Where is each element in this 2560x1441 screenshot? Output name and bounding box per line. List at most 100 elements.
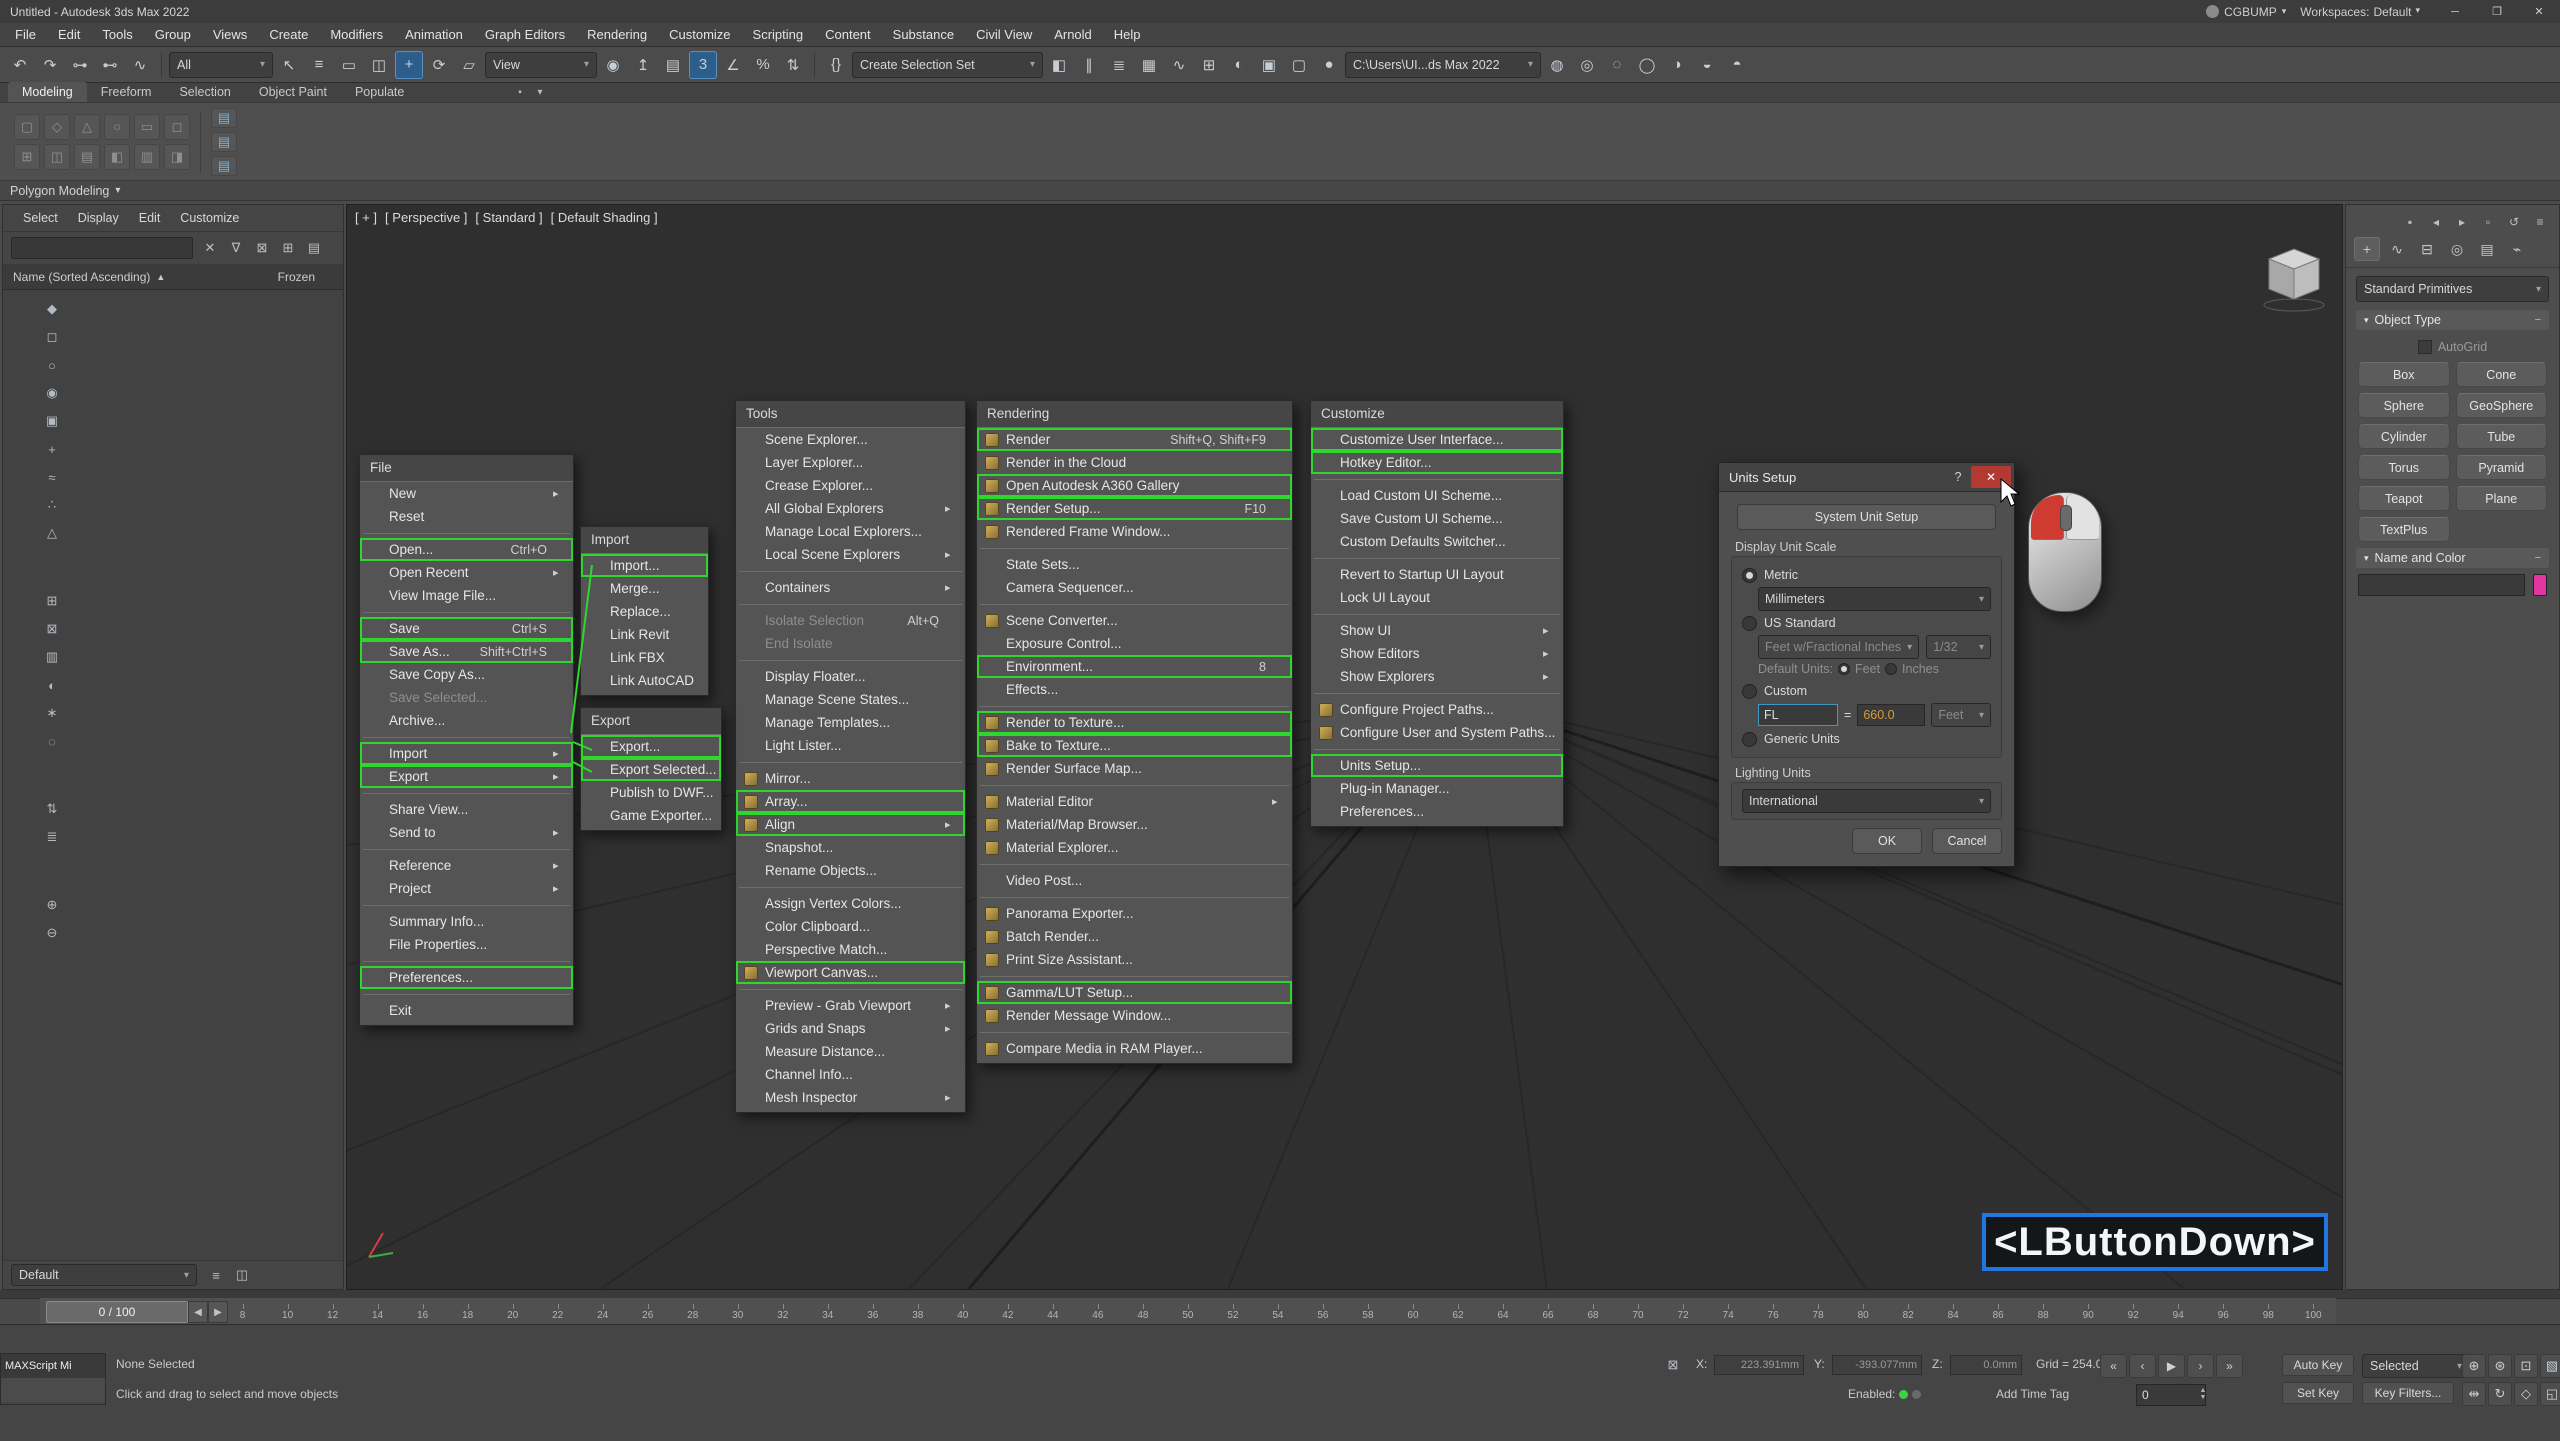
panel-back-icon[interactable]: ◂ (2427, 213, 2445, 231)
ribbon-tool-icon[interactable]: ◨ (164, 144, 190, 170)
menu-item[interactable] (1314, 609, 1560, 615)
pan-view-icon[interactable]: ⇹ (2462, 1382, 2486, 1406)
menu-item[interactable] (980, 971, 1289, 977)
y-coordinate-field[interactable]: -393.077mm (1832, 1355, 1922, 1375)
render-iterative-icon[interactable]: ◍ (1543, 51, 1571, 79)
panel-forward-icon[interactable]: ▸ (2453, 213, 2471, 231)
menu-item[interactable]: Summary Info... (360, 910, 573, 933)
create-tab-icon[interactable]: + (2354, 237, 2380, 261)
menubar-help[interactable]: Help (1103, 23, 1152, 47)
bind-to-space-warp-icon[interactable]: ∿ (126, 51, 154, 79)
material-editor-icon[interactable]: ◐ (1225, 51, 1253, 79)
filter-spacewarps-icon[interactable]: ≈ (41, 466, 63, 488)
dialog-titlebar[interactable]: Units Setup ? ✕ (1719, 463, 2014, 492)
ribbon-tool-icon[interactable]: ▤ (74, 144, 100, 170)
panel-pin-icon[interactable]: ▪ (2401, 213, 2419, 231)
viewport-menu-general[interactable]: [ + ] (355, 210, 377, 225)
menu-item[interactable]: Lock UI Layout (1311, 586, 1563, 609)
time-slider[interactable]: 0 / 100 (46, 1301, 188, 1323)
extra-tool-icon[interactable]: ◓ (1723, 51, 1751, 79)
menu-item[interactable]: Print Size Assistant... (977, 948, 1292, 971)
menu-item[interactable]: Show UI (1311, 619, 1563, 642)
menu-item[interactable] (980, 780, 1289, 786)
menu-item[interactable]: Render Shift+Q, Shift+F9 (977, 428, 1292, 451)
menu-item[interactable]: Load Custom UI Scheme... (1311, 484, 1563, 507)
redo-icon[interactable]: ↷ (36, 51, 64, 79)
close-button[interactable]: ✕ (2518, 1, 2560, 23)
column-chooser-icon[interactable]: ⊞ (277, 237, 299, 259)
menu-item[interactable]: Configure User and System Paths... (1311, 721, 1563, 744)
menu-item[interactable]: Color Clipboard... (736, 915, 965, 938)
menu-item[interactable]: Preview - Grab Viewport (736, 994, 965, 1017)
select-and-manipulate-icon[interactable]: ↥ (629, 51, 657, 79)
ribbon-tab-modeling[interactable]: Modeling (8, 82, 87, 102)
menu-item[interactable]: Project (360, 877, 573, 900)
render-setup-icon[interactable]: ▣ (1255, 51, 1283, 79)
undo-icon[interactable]: ↶ (6, 51, 34, 79)
menu-item[interactable] (980, 892, 1289, 898)
pyramid-button[interactable]: Pyramid (2456, 455, 2548, 480)
filter-lights-icon[interactable]: ◉ (41, 382, 63, 404)
hierarchy-mode-icon[interactable]: ≣ (41, 826, 63, 848)
menu-item[interactable]: Link Revit (581, 623, 708, 646)
viewport-menu-renderer[interactable]: [ Standard ] (475, 210, 542, 225)
menu-item[interactable]: Bake to Texture... (977, 734, 1292, 757)
menu-item[interactable]: Batch Render... (977, 925, 1292, 948)
auto-key-button[interactable]: Auto Key (2282, 1354, 2354, 1376)
keyboard-shortcut-override-icon[interactable]: ▤ (659, 51, 687, 79)
menu-item[interactable]: Exposure Control... (977, 632, 1292, 655)
sort-mode-icon[interactable]: ⇅ (41, 798, 63, 820)
menu-item[interactable]: State Sets... (977, 553, 1292, 576)
ribbon-tool-icon[interactable]: ◻ (164, 114, 190, 140)
textplus-button[interactable]: TextPlus (2358, 517, 2450, 542)
select-and-move-icon[interactable]: + (395, 51, 423, 79)
filter-helpers-icon[interactable]: + (41, 438, 63, 460)
menubar-edit[interactable]: Edit (47, 23, 91, 47)
menu-item[interactable] (739, 882, 962, 888)
minimize-button[interactable]: ─ (2434, 1, 2476, 23)
selection-filter-dropdown[interactable]: All▾ (169, 52, 273, 78)
filter-materials-icon[interactable]: ◐ (41, 674, 63, 696)
arnold-light-icon[interactable]: ◑ (1663, 51, 1691, 79)
ribbon-tool-icon[interactable]: ▢ (14, 114, 40, 140)
cone-button[interactable]: Cone (2456, 362, 2548, 387)
x-coordinate-field[interactable]: 223.391mm (1714, 1355, 1804, 1375)
metric-units-dropdown[interactable]: Millimeters▾ (1758, 587, 1991, 611)
menu-item[interactable]: Units Setup... (1311, 754, 1563, 777)
ribbon-minimize-icon[interactable]: ▪ (510, 83, 530, 103)
collapse-all-icon[interactable]: ⊖ (41, 922, 63, 944)
align-icon[interactable]: ∥ (1075, 51, 1103, 79)
menu-item[interactable]: Link FBX (581, 646, 708, 669)
generic-units-radio[interactable] (1742, 732, 1757, 747)
ribbon-tool-icon[interactable]: ⊞ (14, 144, 40, 170)
explorer-menu-customize[interactable]: Customize (180, 211, 239, 225)
menubar-substance[interactable]: Substance (882, 23, 965, 47)
menu-item[interactable]: Perspective Match... (736, 938, 965, 961)
render-in-cloud-icon[interactable]: ◌ (1603, 51, 1631, 79)
menubar-modifiers[interactable]: Modifiers (319, 23, 394, 47)
menubar-group[interactable]: Group (144, 23, 202, 47)
ribbon-tool-icon[interactable]: △ (74, 114, 100, 140)
explorer-pin-icon[interactable]: ◫ (231, 1264, 253, 1286)
arnold-render-icon[interactable]: ◒ (1693, 51, 1721, 79)
named-selection-sets-dropdown[interactable]: Create Selection Set▾ (852, 52, 1043, 78)
select-by-name-icon[interactable]: ≡ (305, 51, 333, 79)
viewport-menu-shading[interactable]: [ Default Shading ] (551, 210, 658, 225)
filter-groups-icon[interactable]: ⊞ (41, 590, 63, 612)
menu-item[interactable]: Export... (581, 735, 721, 758)
menu-item[interactable]: Render Setup... F10 (977, 497, 1292, 520)
menu-item[interactable]: Containers (736, 576, 965, 599)
reference-coordinate-dropdown[interactable]: View▾ (485, 52, 597, 78)
key-filters-button[interactable]: Key Filters... (2362, 1382, 2454, 1404)
ribbon-section-bar[interactable]: Polygon Modeling ▾ (0, 181, 2560, 201)
filter-all-icon[interactable]: ◆ (41, 298, 63, 320)
menu-item[interactable]: Scene Explorer... (736, 428, 965, 451)
menu-item[interactable]: Save Custom UI Scheme... (1311, 507, 1563, 530)
ribbon-tab-selection[interactable]: Selection (165, 82, 244, 102)
menu-item[interactable]: Revert to Startup UI Layout (1311, 563, 1563, 586)
lock-cell-editing-icon[interactable]: ⊠ (251, 237, 273, 259)
metric-radio[interactable] (1742, 568, 1757, 583)
menubar-views[interactable]: Views (202, 23, 258, 47)
menu-item[interactable] (739, 984, 962, 990)
system-unit-setup-button[interactable]: System Unit Setup (1737, 504, 1996, 530)
